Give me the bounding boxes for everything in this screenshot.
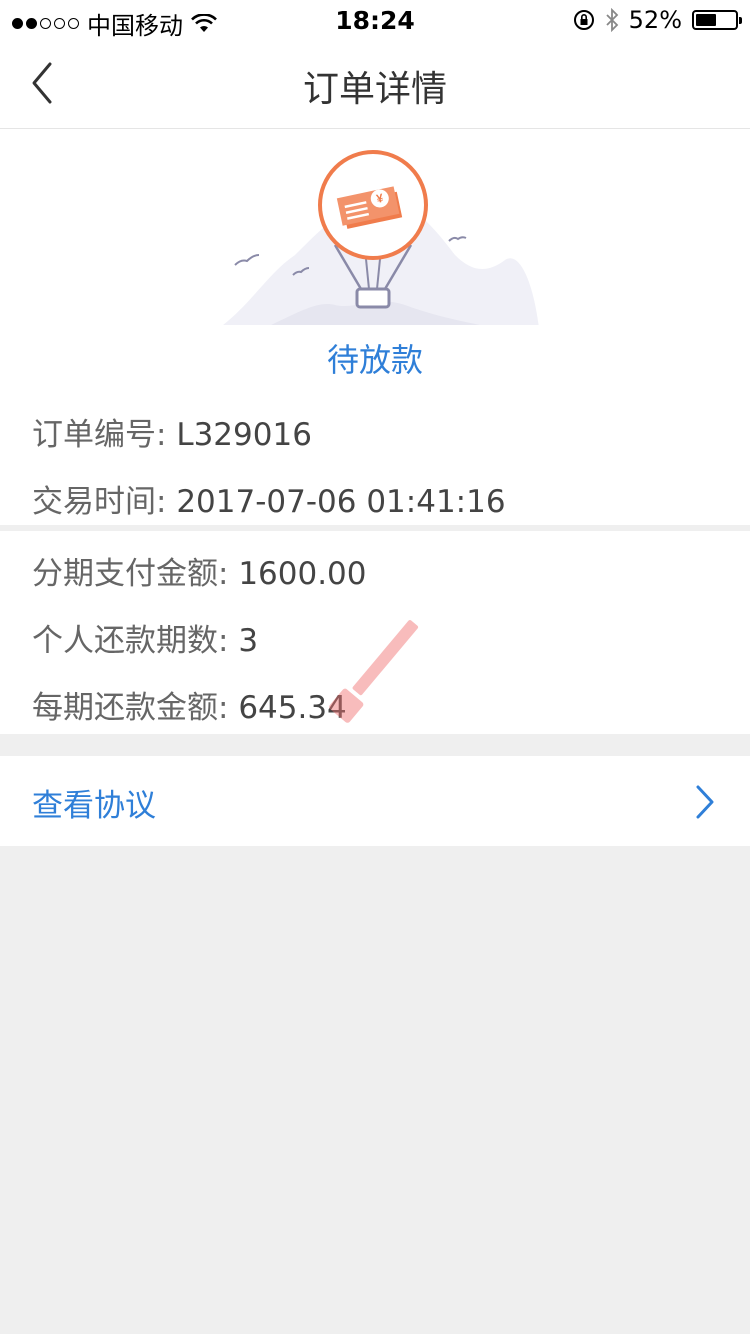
trade-time-row: 交易时间: 2017-07-06 01:41:16: [32, 476, 506, 521]
per-period-amount-label: 每期还款金额:: [32, 690, 229, 726]
status-bar: 中国移动 18:24 52%: [0, 0, 750, 40]
view-agreement-link[interactable]: 查看协议: [0, 756, 750, 846]
view-agreement-label: 查看协议: [32, 788, 156, 824]
status-right: 52%: [573, 6, 742, 34]
repayment-periods-label: 个人还款期数:: [32, 623, 229, 659]
battery-percent: 52%: [628, 6, 682, 34]
balloon-illustration: ¥: [223, 150, 539, 325]
per-period-amount-value: 645.34: [238, 690, 347, 726]
installment-amount-label: 分期支付金额:: [32, 556, 229, 592]
installment-amount-value: 1600.00: [238, 556, 367, 592]
order-number-value: L329016: [176, 417, 312, 453]
payment-details: 分期支付金额: 1600.00 个人还款期数: 3 每期还款金额: 645.34: [0, 531, 750, 734]
order-summary: ¥ 待放款 订单编号: L329016 交易时间: 2017-07-06 01:…: [0, 129, 750, 525]
repayment-periods-value: 3: [238, 623, 259, 659]
order-number-label: 订单编号:: [32, 417, 167, 453]
installment-amount-row: 分期支付金额: 1600.00: [32, 548, 367, 593]
trade-time-label: 交易时间:: [32, 484, 167, 520]
bluetooth-icon: [606, 8, 618, 32]
per-period-amount-row: 每期还款金额: 645.34: [32, 682, 347, 727]
battery-icon: [692, 10, 742, 30]
rotation-lock-icon: [573, 10, 594, 30]
battery-fill: [696, 14, 716, 26]
chevron-right-icon: [696, 785, 714, 819]
repayment-periods-row: 个人还款期数: 3: [32, 615, 258, 660]
page-title: 订单详情: [302, 69, 447, 110]
order-number-row: 订单编号: L329016: [32, 409, 312, 454]
order-status: 待放款: [326, 341, 423, 379]
trade-time-value: 2017-07-06 01:41:16: [176, 484, 506, 520]
nav-bar: 订单详情: [0, 40, 750, 129]
